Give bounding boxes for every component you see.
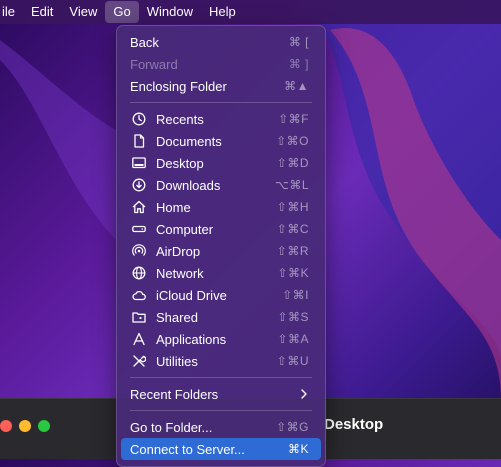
- airdrop-icon: [132, 244, 146, 256]
- menu-separator: [130, 377, 312, 378]
- menu-item-utilities[interactable]: Utilities ⇧⌘U: [121, 350, 321, 372]
- menu-item-icloud-drive[interactable]: iCloud Drive ⇧⌘I: [121, 284, 321, 306]
- desktop-icon: [132, 157, 146, 169]
- close-button[interactable]: [0, 420, 12, 432]
- menu-item-home[interactable]: Home ⇧⌘H: [121, 196, 321, 218]
- menu-view[interactable]: View: [61, 1, 105, 23]
- menu-item-downloads[interactable]: Downloads ⌥⌘L: [121, 174, 321, 196]
- tools-icon: [133, 355, 146, 367]
- menu-item-documents[interactable]: Documents ⇧⌘O: [121, 130, 321, 152]
- cloud-icon: [132, 290, 146, 301]
- window-title: Desktop: [324, 416, 384, 433]
- zoom-button[interactable]: [38, 420, 50, 432]
- menu-item-computer[interactable]: Computer ⇧⌘C: [121, 218, 321, 240]
- shortcut: ⇧⌘O: [276, 134, 309, 148]
- shortcut: ⌘ ]: [288, 57, 309, 71]
- menu-go[interactable]: Go: [105, 1, 139, 23]
- menu-item-back[interactable]: Back ⌘ [: [121, 31, 321, 53]
- menu-window[interactable]: Window: [139, 1, 201, 23]
- menu-item-shared[interactable]: Shared ⇧⌘S: [121, 306, 321, 328]
- document-icon: [134, 134, 145, 148]
- shortcut: ⇧⌘C: [276, 222, 309, 236]
- menu-separator: [130, 410, 312, 411]
- menu-item-network[interactable]: Network ⇧⌘K: [121, 262, 321, 284]
- shortcut: ⌘▲: [284, 79, 309, 93]
- clock-icon: [132, 112, 146, 126]
- menu-item-desktop[interactable]: Desktop ⇧⌘D: [121, 152, 321, 174]
- menu-item-enclosing-folder[interactable]: Enclosing Folder ⌘▲: [121, 75, 321, 97]
- menu-item-recents[interactable]: Recents ⇧⌘F: [121, 108, 321, 130]
- menu-bar: ile Edit View Go Window Help: [0, 0, 501, 24]
- menu-item-go-to-folder[interactable]: Go to Folder... ⇧⌘G: [121, 416, 321, 438]
- home-icon: [132, 200, 146, 214]
- shortcut: ⌥⌘L: [274, 178, 309, 192]
- shortcut: ⇧⌘F: [278, 112, 309, 126]
- menu-separator: [130, 102, 312, 103]
- menu-file[interactable]: ile: [0, 1, 23, 23]
- shared-folder-icon: [132, 312, 146, 323]
- menu-item-connect-to-server[interactable]: Connect to Server... ⌘K: [121, 438, 321, 460]
- shortcut: ⇧⌘D: [276, 156, 309, 170]
- go-menu-dropdown: Back ⌘ [ Forward ⌘ ] Enclosing Folder ⌘▲…: [116, 25, 326, 467]
- applications-icon: [133, 332, 145, 346]
- shortcut: ⇧⌘S: [277, 310, 309, 324]
- menu-item-airdrop[interactable]: AirDrop ⇧⌘R: [121, 240, 321, 262]
- menu-item-applications[interactable]: Applications ⇧⌘A: [121, 328, 321, 350]
- shortcut: ⇧⌘K: [277, 266, 309, 280]
- shortcut: ⇧⌘A: [277, 332, 309, 346]
- shortcut: ⇧⌘R: [276, 244, 309, 258]
- chevron-right-icon: [301, 389, 307, 399]
- menu-help[interactable]: Help: [201, 1, 244, 23]
- minimize-button[interactable]: [19, 420, 31, 432]
- shortcut: ⌘ [: [288, 35, 309, 49]
- shortcut: ⇧⌘U: [276, 354, 309, 368]
- globe-icon: [132, 266, 146, 280]
- menu-edit[interactable]: Edit: [23, 1, 61, 23]
- download-icon: [132, 178, 146, 192]
- menu-item-forward: Forward ⌘ ]: [130, 56, 309, 72]
- menu-item-recent-folders[interactable]: Recent Folders: [121, 383, 321, 405]
- shortcut: ⇧⌘H: [276, 200, 309, 214]
- computer-icon: [132, 225, 146, 233]
- shortcut: ⇧⌘I: [282, 288, 309, 302]
- shortcut: ⌘K: [287, 442, 309, 456]
- shortcut: ⇧⌘G: [276, 420, 309, 434]
